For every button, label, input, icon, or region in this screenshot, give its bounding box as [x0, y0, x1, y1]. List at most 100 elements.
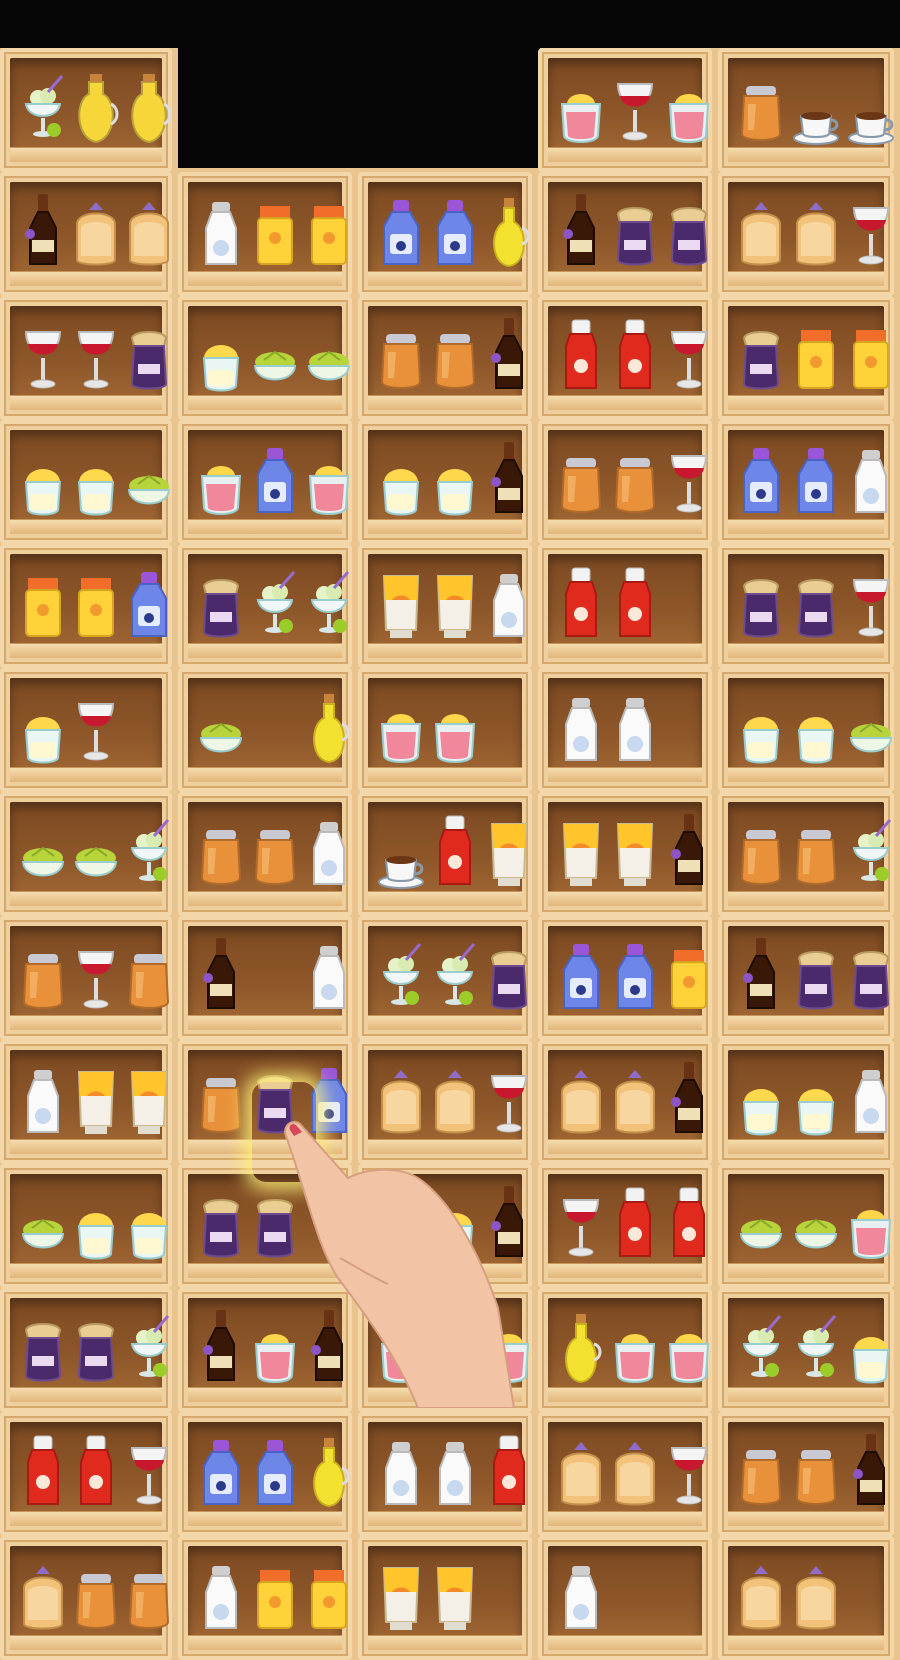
ice-cream-sundae-item[interactable]	[124, 808, 174, 892]
blue-bottle-item[interactable]	[304, 1056, 354, 1140]
bread-loaf-item[interactable]	[736, 1552, 786, 1636]
blue-bottle-item[interactable]	[124, 560, 174, 644]
orange-carton-item[interactable]	[846, 312, 896, 396]
soy-sauce-bottle-item[interactable]	[556, 188, 606, 272]
wine-glass-item[interactable]	[610, 64, 660, 148]
lemon-cup-jar-item[interactable]	[124, 1180, 174, 1264]
lemon-cup-jar-item[interactable]	[430, 1304, 480, 1388]
ice-cream-sundae-item[interactable]	[736, 1304, 786, 1388]
ketchup-bottle-item[interactable]	[484, 1428, 534, 1512]
olive-oil-bottle-item[interactable]	[484, 188, 534, 272]
bread-loaf-item[interactable]	[791, 188, 841, 272]
honey-jar-item[interactable]	[71, 1552, 121, 1636]
ice-cream-sundae-item[interactable]	[846, 808, 896, 892]
wine-glass-item[interactable]	[484, 1056, 534, 1140]
milk-bottle-item[interactable]	[304, 932, 354, 1016]
ice-cream-sundae-item[interactable]	[376, 932, 426, 1016]
lemon-cup-jar-item[interactable]	[791, 1056, 841, 1140]
wine-glass-item[interactable]	[556, 1180, 606, 1264]
lemon-cup-jar-item[interactable]	[736, 1056, 786, 1140]
ketchup-bottle-item[interactable]	[610, 312, 660, 396]
jam-jar-item[interactable]	[250, 1180, 300, 1264]
honey-jar-item[interactable]	[124, 1552, 174, 1636]
milk-bottle-item[interactable]	[610, 684, 660, 768]
milk-bottle-item[interactable]	[196, 188, 246, 272]
lime-juicer-item[interactable]	[71, 808, 121, 892]
honey-jar-item[interactable]	[791, 808, 841, 892]
juice-cruet-item[interactable]	[71, 64, 121, 148]
coffee-cup-item[interactable]	[846, 64, 896, 148]
bread-loaf-item[interactable]	[18, 1552, 68, 1636]
orange-carton-item[interactable]	[250, 1552, 300, 1636]
honey-jar-item[interactable]	[196, 1056, 246, 1140]
soy-sauce-bottle-item[interactable]	[484, 436, 534, 520]
blue-bottle-item[interactable]	[430, 188, 480, 272]
honey-jar-item[interactable]	[124, 932, 174, 1016]
jam-jar-item[interactable]	[71, 1304, 121, 1388]
jam-jar-item[interactable]	[846, 932, 896, 1016]
honey-jar-item[interactable]	[736, 808, 786, 892]
sunscreen-tube-item[interactable]	[376, 1552, 426, 1636]
pink-juice-jar-item[interactable]	[610, 1304, 660, 1388]
honey-jar-item[interactable]	[610, 436, 660, 520]
milk-bottle-item[interactable]	[484, 560, 534, 644]
honey-jar-item[interactable]	[250, 808, 300, 892]
blue-bottle-item[interactable]	[791, 436, 841, 520]
blue-bottle-item[interactable]	[556, 932, 606, 1016]
jam-jar-item[interactable]	[791, 560, 841, 644]
jam-jar-item[interactable]	[250, 1056, 300, 1140]
jam-jar-item[interactable]	[791, 932, 841, 1016]
milk-bottle-item[interactable]	[196, 1552, 246, 1636]
pink-juice-jar-item[interactable]	[846, 1180, 896, 1264]
honey-jar-item[interactable]	[556, 436, 606, 520]
orange-carton-item[interactable]	[304, 1552, 354, 1636]
sunscreen-tube-item[interactable]	[430, 560, 480, 644]
lemon-cup-jar-item[interactable]	[18, 436, 68, 520]
sunscreen-tube-item[interactable]	[430, 1552, 480, 1636]
blue-bottle-item[interactable]	[250, 436, 300, 520]
ketchup-bottle-item[interactable]	[664, 1180, 714, 1264]
wine-glass-item[interactable]	[124, 1428, 174, 1512]
bread-loaf-item[interactable]	[556, 1428, 606, 1512]
coffee-cup-item[interactable]	[791, 64, 841, 148]
sunscreen-tube-item[interactable]	[610, 808, 660, 892]
milk-bottle-item[interactable]	[18, 1056, 68, 1140]
jam-jar-item[interactable]	[196, 1180, 246, 1264]
lime-juicer-item[interactable]	[18, 808, 68, 892]
pink-juice-jar-item[interactable]	[556, 64, 606, 148]
sunscreen-tube-item[interactable]	[556, 808, 606, 892]
bread-loaf-item[interactable]	[376, 1056, 426, 1140]
lemon-cup-jar-item[interactable]	[18, 684, 68, 768]
honey-jar-item[interactable]	[736, 1428, 786, 1512]
juice-cruet-item[interactable]	[124, 64, 174, 148]
bread-loaf-item[interactable]	[610, 1428, 660, 1512]
wine-glass-item[interactable]	[664, 1428, 714, 1512]
ketchup-bottle-item[interactable]	[610, 560, 660, 644]
lime-juicer-item[interactable]	[18, 1180, 68, 1264]
ketchup-bottle-item[interactable]	[556, 312, 606, 396]
wine-glass-item[interactable]	[18, 312, 68, 396]
orange-carton-item[interactable]	[250, 188, 300, 272]
soy-sauce-bottle-item[interactable]	[196, 932, 246, 1016]
bread-loaf-item[interactable]	[124, 188, 174, 272]
sunscreen-tube-item[interactable]	[376, 560, 426, 644]
blue-bottle-item[interactable]	[376, 188, 426, 272]
lime-juicer-item[interactable]	[304, 312, 354, 396]
orange-carton-item[interactable]	[18, 560, 68, 644]
pink-juice-jar-item[interactable]	[664, 1304, 714, 1388]
soy-sauce-bottle-item[interactable]	[196, 1304, 246, 1388]
pink-juice-jar-item[interactable]	[376, 1304, 426, 1388]
milk-bottle-item[interactable]	[556, 1552, 606, 1636]
wine-glass-item[interactable]	[71, 312, 121, 396]
lemon-cup-jar-item[interactable]	[196, 312, 246, 396]
lemon-cup-jar-item[interactable]	[430, 1180, 480, 1264]
ice-cream-sundae-item[interactable]	[430, 932, 480, 1016]
sunscreen-tube-item[interactable]	[124, 1056, 174, 1140]
sunscreen-tube-item[interactable]	[71, 1056, 121, 1140]
orange-carton-item[interactable]	[664, 932, 714, 1016]
milk-bottle-item[interactable]	[430, 1428, 480, 1512]
milk-bottle-item[interactable]	[304, 808, 354, 892]
ketchup-bottle-item[interactable]	[556, 560, 606, 644]
lemon-cup-jar-item[interactable]	[71, 436, 121, 520]
lime-juicer-item[interactable]	[196, 684, 246, 768]
